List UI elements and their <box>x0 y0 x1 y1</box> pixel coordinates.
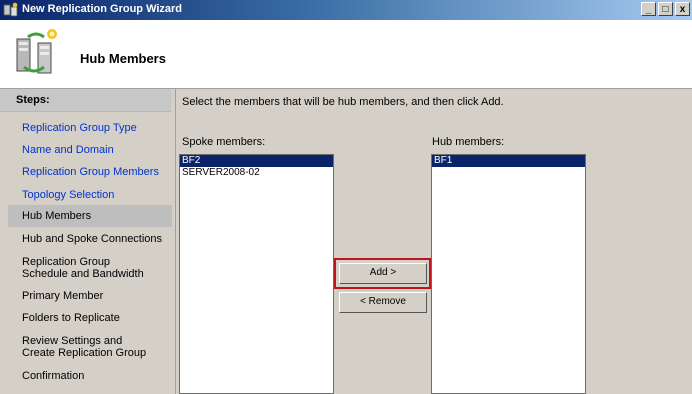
step-label: Replication Group Members <box>22 166 159 178</box>
step-label: Primary Member <box>22 290 104 302</box>
title-bar: New Replication Group Wizard _ □ x <box>0 0 692 20</box>
steps-panel: Steps: Replication Group Type Name and D… <box>0 89 176 394</box>
step-hub-members: Hub Members <box>8 205 172 227</box>
window-controls: _ □ x <box>641 2 690 16</box>
step-review-settings: Review Settings and Create Replication G… <box>8 335 158 359</box>
add-button[interactable]: Add > <box>339 263 427 284</box>
list-item[interactable]: SERVER2008-02 <box>180 167 333 179</box>
step-confirmation: Confirmation <box>8 370 172 382</box>
step-label: Review Settings and Create Replication G… <box>22 335 147 359</box>
list-item[interactable]: BF2 <box>180 155 333 167</box>
step-label: Name and Domain <box>22 144 114 156</box>
step-primary-member: Primary Member <box>8 290 172 302</box>
page-title: Hub Members <box>80 51 166 66</box>
maximize-button[interactable]: □ <box>658 2 673 16</box>
minimize-button[interactable]: _ <box>641 2 656 16</box>
step-label: Hub Members <box>22 210 92 222</box>
step-topology-selection[interactable]: Topology Selection <box>8 189 172 201</box>
step-label: Topology Selection <box>22 189 115 201</box>
step-label: Replication Group Type <box>22 122 137 134</box>
close-button[interactable]: x <box>675 2 690 16</box>
step-replication-group-members[interactable]: Replication Group Members <box>8 166 172 178</box>
step-folders-to-replicate: Folders to Replicate <box>8 312 172 324</box>
step-replication-group-type[interactable]: Replication Group Type <box>8 122 172 134</box>
replication-wizard-icon <box>16 29 57 74</box>
wizard-header: Hub Members <box>0 20 692 89</box>
spoke-members-list[interactable]: BF2 SERVER2008-02 <box>179 154 334 394</box>
main-panel: Select the members that will be hub memb… <box>176 89 692 394</box>
remove-button[interactable]: < Remove <box>339 292 427 313</box>
step-label: Replication Group Schedule and Bandwidth <box>22 256 144 280</box>
step-label: Folders to Replicate <box>22 312 120 324</box>
hub-members-list[interactable]: BF1 <box>431 154 586 394</box>
step-replication-group-schedule: Replication Group Schedule and Bandwidth <box>8 256 158 280</box>
step-label: Hub and Spoke Connections <box>22 233 163 245</box>
hub-members-label: Hub members: <box>432 136 505 148</box>
instruction-text: Select the members that will be hub memb… <box>182 96 504 108</box>
step-hub-and-spoke-connections: Hub and Spoke Connections <box>8 233 172 245</box>
window-title: New Replication Group Wizard <box>22 3 183 15</box>
step-label: Confirmation <box>22 370 85 382</box>
step-name-and-domain[interactable]: Name and Domain <box>8 144 172 156</box>
list-item[interactable]: BF1 <box>432 155 585 167</box>
wizard-window-icon <box>3 2 18 17</box>
steps-heading-label: Steps: <box>16 94 50 106</box>
spoke-members-label: Spoke members: <box>182 136 266 148</box>
steps-heading: Steps: <box>0 89 171 112</box>
